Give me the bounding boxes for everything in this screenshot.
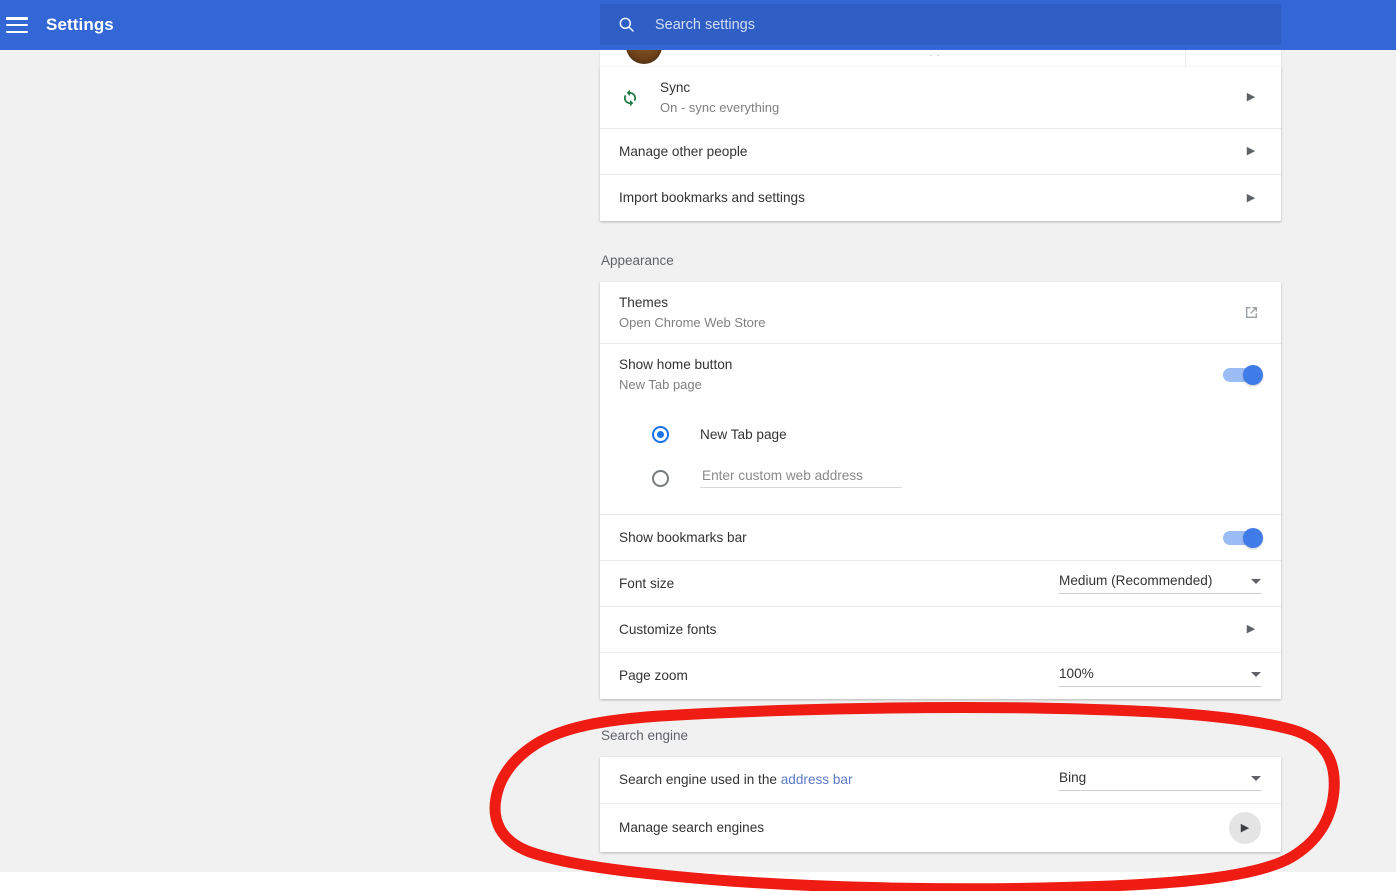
search-engine-dropdown[interactable]: Bing bbox=[1059, 770, 1261, 791]
section-label-search-engine: Search engine bbox=[601, 728, 689, 743]
row-sync-subtitle: On - sync everything bbox=[660, 99, 780, 115]
row-manage-search-engines[interactable]: Manage search engines ▶ bbox=[600, 804, 1281, 852]
row-customize-fonts-text: Customize fonts bbox=[619, 621, 1241, 639]
account-row-text-clipped: . . bbox=[929, 50, 940, 59]
row-manage-other-people[interactable]: Manage other people ▶ bbox=[600, 129, 1281, 175]
row-show-home-button-text: Show home button New Tab page bbox=[619, 356, 1223, 394]
row-show-bookmarks-bar-text: Show bookmarks bar bbox=[619, 529, 1223, 547]
radio-row-new-tab-page[interactable]: New Tab page bbox=[600, 412, 1281, 456]
row-page-zoom-title: Page zoom bbox=[619, 668, 688, 683]
search-icon bbox=[619, 17, 634, 32]
avatar bbox=[626, 50, 662, 64]
toggle-knob bbox=[1243, 365, 1263, 385]
row-show-home-button[interactable]: Show home button New Tab page bbox=[600, 344, 1281, 406]
row-font-size[interactable]: Font size Medium (Recommended) bbox=[600, 561, 1281, 607]
chevron-right-icon[interactable]: ▶ bbox=[1241, 192, 1261, 204]
row-customize-fonts[interactable]: Customize fonts ▶ bbox=[600, 607, 1281, 653]
row-themes-subtitle: Open Chrome Web Store bbox=[619, 314, 766, 330]
row-sync-text: Sync On - sync everything bbox=[660, 79, 1241, 117]
row-themes-text: Themes Open Chrome Web Store bbox=[619, 294, 1242, 332]
font-size-dropdown[interactable]: Medium (Recommended) bbox=[1059, 573, 1261, 594]
row-manage-other-people-title: Manage other people bbox=[619, 143, 748, 159]
chevron-right-icon[interactable]: ▶ bbox=[1241, 624, 1261, 635]
search-input-placeholder: Search settings bbox=[655, 16, 755, 33]
row-show-bookmarks-bar-title: Show bookmarks bar bbox=[619, 529, 747, 545]
radio-row-custom-address[interactable] bbox=[600, 456, 1281, 500]
row-import-bookmarks-text: Import bookmarks and settings bbox=[619, 189, 1241, 207]
address-bar-link[interactable]: address bar bbox=[781, 772, 853, 787]
chevron-right-icon[interactable]: ▶ bbox=[1241, 92, 1261, 103]
people-card: Sync On - sync everything ▶ Manage other… bbox=[600, 67, 1281, 221]
font-size-value: Medium (Recommended) bbox=[1059, 573, 1213, 588]
search-engine-value: Bing bbox=[1059, 769, 1087, 785]
chevron-down-icon bbox=[1251, 775, 1261, 781]
row-show-home-button-title: Show home button bbox=[619, 357, 733, 372]
chevron-right-icon[interactable]: ▶ bbox=[1241, 146, 1261, 157]
row-show-home-button-subtitle: New Tab page bbox=[619, 377, 702, 392]
page-zoom-value: 100% bbox=[1059, 665, 1094, 681]
row-customize-fonts-title: Customize fonts bbox=[619, 621, 717, 637]
search-engine-title-prefix: Search engine used in the bbox=[619, 772, 781, 787]
account-row-clipped[interactable]: . . bbox=[600, 50, 1281, 67]
radio-new-tab-page[interactable] bbox=[652, 425, 669, 443]
row-show-bookmarks-bar[interactable]: Show bookmarks bar bbox=[600, 515, 1281, 561]
settings-page: Settings Search settings . . Sync On - s… bbox=[0, 0, 1396, 891]
page-zoom-dropdown[interactable]: 100% bbox=[1059, 666, 1261, 687]
show-bookmarks-bar-toggle[interactable] bbox=[1223, 527, 1263, 548]
settings-content: . . Sync On - sync everything ▶ Manage o… bbox=[0, 50, 1396, 872]
appearance-card: Themes Open Chrome Web Store Show home b… bbox=[600, 282, 1281, 699]
page-title: Settings bbox=[46, 15, 114, 34]
row-import-bookmarks-title: Import bookmarks and settings bbox=[619, 190, 805, 205]
radio-custom-address[interactable] bbox=[652, 469, 669, 487]
toggle-knob bbox=[1243, 527, 1263, 548]
chevron-right-icon[interactable]: ▶ bbox=[1229, 812, 1261, 844]
search-settings-box[interactable]: Search settings bbox=[600, 4, 1281, 45]
row-sync-title: Sync bbox=[660, 79, 691, 95]
search-engine-card: Search engine used in the address bar Bi… bbox=[600, 757, 1281, 852]
chevron-down-icon bbox=[1251, 579, 1261, 584]
home-page-options: New Tab page bbox=[600, 406, 1281, 515]
row-manage-search-engines-text: Manage search engines bbox=[619, 819, 1229, 837]
row-themes-title: Themes bbox=[619, 294, 669, 310]
divider bbox=[1185, 50, 1186, 67]
hamburger-icon[interactable] bbox=[6, 17, 28, 33]
row-themes[interactable]: Themes Open Chrome Web Store bbox=[600, 282, 1281, 344]
row-page-zoom-text: Page zoom bbox=[619, 667, 1059, 685]
row-manage-other-people-text: Manage other people bbox=[619, 143, 1241, 161]
section-label-appearance: Appearance bbox=[601, 253, 674, 268]
show-home-button-toggle[interactable] bbox=[1223, 365, 1263, 385]
row-page-zoom[interactable]: Page zoom 100% bbox=[600, 653, 1281, 699]
row-import-bookmarks[interactable]: Import bookmarks and settings ▶ bbox=[600, 175, 1281, 221]
sync-icon bbox=[623, 89, 637, 106]
row-font-size-text: Font size bbox=[619, 575, 1059, 593]
open-in-new-icon[interactable] bbox=[1242, 303, 1261, 322]
custom-web-address-input[interactable] bbox=[700, 468, 902, 488]
row-sync[interactable]: Sync On - sync everything ▶ bbox=[600, 67, 1281, 129]
row-font-size-title: Font size bbox=[619, 575, 675, 591]
row-manage-search-engines-title: Manage search engines bbox=[619, 820, 765, 835]
radio-new-tab-page-label: New Tab page bbox=[700, 426, 787, 442]
row-search-engine-address-bar-title: Search engine used in the address bar bbox=[619, 771, 1059, 789]
bottom-strip bbox=[0, 872, 1396, 891]
chevron-down-icon bbox=[1251, 671, 1261, 677]
row-search-engine-address-bar[interactable]: Search engine used in the address bar Bi… bbox=[600, 757, 1281, 804]
row-search-engine-address-bar-text: Search engine used in the address bar bbox=[619, 771, 1059, 789]
app-toolbar: Settings Search settings bbox=[0, 0, 1396, 50]
